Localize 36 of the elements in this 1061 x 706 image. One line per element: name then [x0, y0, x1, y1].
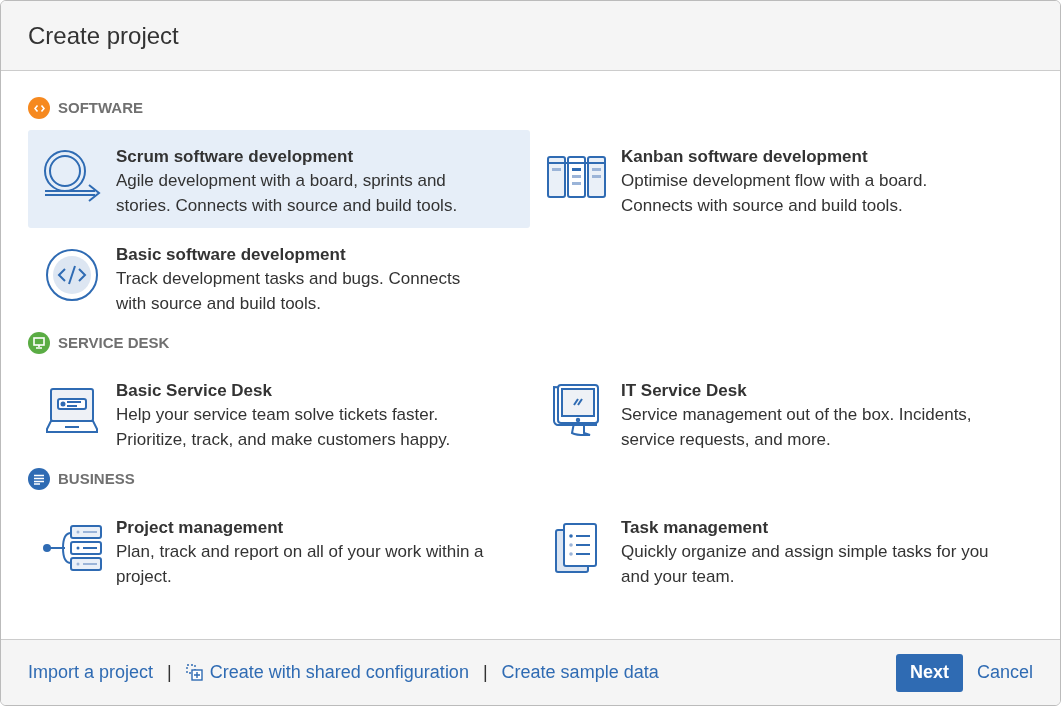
kanban-board-icon [546, 154, 608, 199]
option-description: Agile development with a board, sprints and stories. Connects with source and build tools. [116, 169, 459, 217]
hierarchy-icon [41, 523, 103, 572]
option-title: Kanban software development [621, 145, 869, 168]
option-description: Quickly organize and assign simple tasks for you and your team. [621, 540, 990, 588]
option-description: Track development tasks and bugs. Connects with source and build tools. [116, 267, 462, 315]
code-icon [33, 103, 45, 113]
link-separator: | [167, 661, 172, 684]
footer-link[interactable]: Create sample data [501, 659, 659, 686]
project-type-option[interactable]: Scrum software development Agile development with a board, sprints and stories. Connects with source and build tools. [28, 129, 530, 228]
laptop-icon [45, 387, 99, 435]
shared-configuration-link[interactable]: Create with shared configuration [185, 659, 469, 686]
cancel-link[interactable]: Cancel [976, 659, 1033, 686]
option-title: Basic software development [116, 243, 347, 266]
option-title: IT Service Desk [621, 380, 748, 402]
section-heading: BUSINESS [58, 469, 135, 489]
option-description: Service management out of the box. Incidents, service requests, and more. [621, 404, 973, 451]
option-description: Plan, track and report on all of your work within a project. [116, 540, 485, 588]
lines-icon [33, 473, 45, 485]
section-heading: SERVICE DESK [58, 332, 170, 353]
option-description: Help your service team solve tickets faster. Prioritize, track, and make customers happy. [116, 404, 452, 451]
shared-config-icon [185, 663, 204, 682]
document-list-icon [554, 521, 600, 574]
option-title: Task management [621, 516, 770, 539]
link-separator: | [482, 661, 488, 684]
dialog-title: Create project [28, 20, 179, 51]
desktop-monitor-icon [552, 383, 602, 439]
section-heading: SOFTWARE [58, 98, 143, 118]
next-button[interactable]: Next [895, 653, 963, 692]
footer-link[interactable]: Import a project [28, 659, 154, 686]
option-title: Project management [116, 516, 285, 539]
code-circle-icon [45, 247, 99, 302]
monitor-icon [33, 336, 45, 349]
option-title: Scrum software development [116, 145, 355, 168]
option-description: Optimise development flow with a board. Connects with source and build tools. [621, 169, 929, 217]
option-title: Basic Service Desk [116, 380, 273, 402]
